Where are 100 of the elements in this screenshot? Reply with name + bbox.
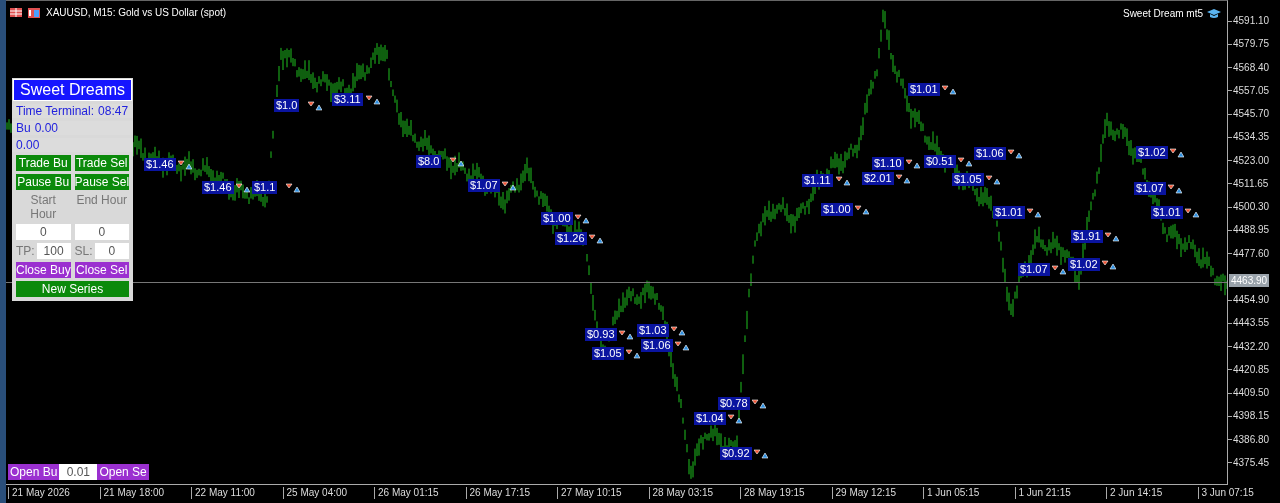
price-label: 4591.10 xyxy=(1233,15,1270,27)
field-label: TP: xyxy=(16,244,35,258)
time-label: 3 Jun 07:15 xyxy=(1197,487,1254,499)
trade-arrows-icon xyxy=(986,175,1000,185)
profit-label: $0.78 xyxy=(718,397,750,410)
time-label: 2 Jun 14:15 xyxy=(1106,487,1163,499)
time-label: 21 May 2026 xyxy=(8,487,70,499)
price-label: 4557.05 xyxy=(1233,84,1270,97)
time-label: 1 Jun 21:15 xyxy=(1014,487,1071,499)
profit-label: $1.46 xyxy=(144,158,176,171)
profit-label: $1.0 xyxy=(274,99,300,112)
panel-button[interactable]: Pause Sel xyxy=(74,174,129,190)
value-field[interactable]: 0 xyxy=(94,243,129,259)
time-label: 21 May 18:00 xyxy=(99,487,165,499)
panel-button[interactable]: Trade Bu xyxy=(16,155,71,171)
price-label: 4579.75 xyxy=(1233,38,1270,51)
profit-label: $1.07 xyxy=(1018,263,1050,276)
trade-arrows-icon xyxy=(836,176,850,186)
price-label: 4477.60 xyxy=(1233,247,1270,260)
price-label: 4523.00 xyxy=(1233,154,1270,167)
profit-label: $0.93 xyxy=(585,328,617,341)
price-label: 4432.20 xyxy=(1233,340,1270,353)
price-label: 4409.50 xyxy=(1233,387,1270,400)
time-label: 25 May 04:00 xyxy=(282,487,348,499)
profit-label: $1.02 xyxy=(1068,258,1100,271)
current-price-tag: 4463.90 xyxy=(1229,274,1270,287)
trade-arrows-icon xyxy=(1168,184,1182,194)
profit-label: $1.06 xyxy=(974,147,1006,160)
profit-label: $1.10 xyxy=(872,157,904,170)
indicator-name: Sweet Dream mt5 xyxy=(1122,8,1203,19)
trade-arrows-icon xyxy=(575,214,589,224)
profit-label: $1.00 xyxy=(821,203,853,216)
profit-label: $8.0 xyxy=(416,155,442,168)
time-label: 28 May 19:15 xyxy=(740,487,805,499)
price-label: 4454.90 xyxy=(1233,294,1270,307)
info-value: 08:47 xyxy=(98,104,129,118)
trade-arrows-icon xyxy=(1027,208,1041,218)
chart-icon xyxy=(28,7,40,18)
time-label: 29 May 12:15 xyxy=(831,487,897,499)
trade-arrows-icon xyxy=(855,205,869,215)
panel-title: Sweet Dreams xyxy=(13,79,132,101)
lot-field[interactable]: 0.01 xyxy=(59,464,98,480)
time-label: 22 May 11:00 xyxy=(191,487,255,499)
price-label: 4443.55 xyxy=(1233,317,1270,330)
profit-label: $1.00 xyxy=(541,212,573,225)
trade-arrows-icon xyxy=(958,157,972,167)
profit-label: $1.07 xyxy=(1134,182,1166,195)
trade-arrows-icon xyxy=(942,85,956,95)
info-label: Bu xyxy=(16,121,31,135)
profit-label: $1.06 xyxy=(641,339,673,352)
trade-arrows-icon xyxy=(1102,260,1116,270)
field-caption: Start Hour xyxy=(29,193,58,221)
trade-arrows-icon xyxy=(1052,265,1066,275)
time-label: 1 Jun 05:15 xyxy=(923,487,980,499)
trade-arrows-icon xyxy=(236,183,250,193)
panel-button[interactable]: Close Sel xyxy=(74,262,129,278)
hour-field[interactable]: 0 xyxy=(74,224,129,240)
profit-label: $1.91 xyxy=(1071,230,1103,243)
graduation-cap-icon xyxy=(1207,8,1221,19)
info-value: 0.00 xyxy=(16,138,40,152)
profit-label: $1.02 xyxy=(1136,146,1168,159)
trade-arrows-icon xyxy=(675,341,689,351)
profit-label: $0.51 xyxy=(924,155,956,168)
price-label: 4386.80 xyxy=(1233,433,1270,446)
profit-label: $1.01 xyxy=(908,83,940,96)
value-field[interactable]: 100 xyxy=(36,243,71,259)
trade-arrows-icon xyxy=(754,449,768,459)
profit-label: $1.01 xyxy=(1151,206,1183,219)
panel-button[interactable]: Trade Sel xyxy=(74,155,129,171)
profit-label: $1.01 xyxy=(993,206,1025,219)
trade-arrows-icon xyxy=(896,174,910,184)
trade-arrows-icon xyxy=(619,330,633,340)
field-caption: End Hour xyxy=(75,193,129,209)
profit-label: $1.26 xyxy=(555,232,587,245)
trade-arrows-icon xyxy=(450,157,464,167)
price-label: 4511.65 xyxy=(1233,177,1269,190)
info-value: 0.00 xyxy=(34,121,59,135)
profit-label: $1.05 xyxy=(592,347,624,360)
profit-label: $1.05 xyxy=(952,173,984,186)
trade-arrows-icon xyxy=(626,349,640,359)
trade-arrows-icon xyxy=(728,414,742,424)
trade-arrows-icon xyxy=(1185,208,1199,218)
trade-arrows-icon xyxy=(671,326,685,336)
time-label: 26 May 01:15 xyxy=(374,487,439,499)
trade-arrows-icon xyxy=(1008,149,1022,159)
open-buy-button[interactable]: Open Bu xyxy=(8,464,60,480)
profit-label: $2.01 xyxy=(862,172,894,185)
price-label: 4375.45 xyxy=(1233,456,1270,469)
price-label: 4534.35 xyxy=(1233,131,1270,144)
panel-button[interactable]: New Series xyxy=(16,281,129,297)
open-sell-button[interactable]: Open Se xyxy=(97,464,149,480)
price-label: 4568.40 xyxy=(1233,61,1270,74)
panel-button[interactable]: Close Buy xyxy=(16,262,71,278)
trade-arrows-icon xyxy=(752,399,766,409)
profit-label: $1.11 xyxy=(802,174,833,187)
hour-field[interactable]: 0 xyxy=(16,224,71,240)
panel-button[interactable]: Pause Bu xyxy=(16,174,71,190)
trade-arrows-icon xyxy=(178,160,192,170)
trade-arrows-icon xyxy=(1170,148,1184,158)
time-label: 26 May 17:15 xyxy=(465,487,531,499)
